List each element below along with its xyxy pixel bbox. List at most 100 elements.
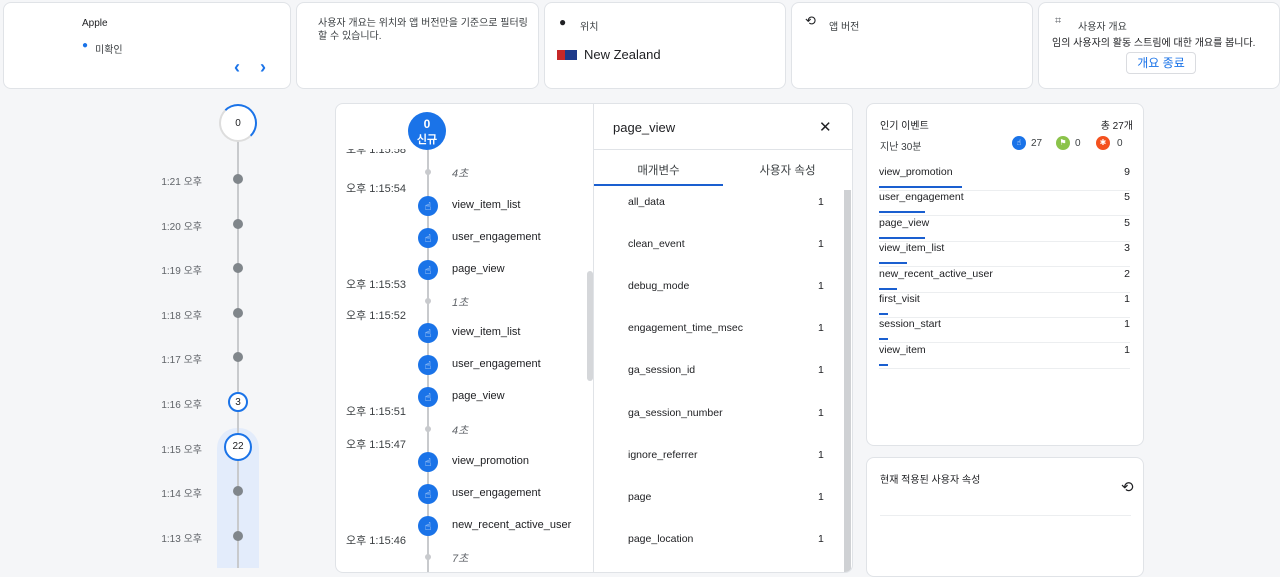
popular-event-bar xyxy=(879,262,907,265)
popular-event-count: 2 xyxy=(1124,267,1130,280)
stream-card: 오후 1:15:58 0 신규 ☝ view_item_list ☝ user_eng… xyxy=(335,103,853,573)
popular-event-count: 1 xyxy=(1124,343,1130,356)
popular-event-row[interactable]: view_item_list 3 xyxy=(879,242,1130,268)
event-touch-icon[interactable]: ☝ xyxy=(418,452,438,472)
stream-event-name[interactable]: view_item_list xyxy=(452,199,520,211)
timeline-top-count[interactable]: 0 xyxy=(219,104,257,142)
minute-dot[interactable] xyxy=(233,174,243,184)
tab-params-underline xyxy=(594,184,723,186)
event-touch-icon[interactable]: ☝ xyxy=(418,516,438,536)
stream-duration: 7초 xyxy=(452,553,469,565)
stream-timestamp: 오후 1:15:52 xyxy=(346,310,406,322)
minute-dot[interactable] xyxy=(233,530,243,541)
param-name: debug_mode xyxy=(628,280,690,293)
event-touch-icon[interactable]: ☝ xyxy=(418,355,438,375)
stream-gap-dot xyxy=(425,169,431,175)
stream-event-name[interactable]: new_recent_active_user xyxy=(452,519,571,531)
prev-button[interactable]: ‹ xyxy=(234,57,240,78)
next-button[interactable]: › xyxy=(260,57,266,78)
app-version-card[interactable]: ⟲ 앱 버전 xyxy=(791,2,1033,89)
overview-card: ⌗ 사용자 개요 임의 사용자의 활동 스트림에 대한 개요를 봅니다. 개요 … xyxy=(1038,2,1280,89)
minute-dot[interactable] xyxy=(233,307,243,318)
popular-event-row[interactable]: new_recent_active_user 2 xyxy=(879,268,1130,293)
minute-label: 1:20 오후 xyxy=(161,221,202,233)
param-value: 1 xyxy=(818,196,824,208)
stream-timestamp: 오후 1:15:54 xyxy=(346,183,406,195)
event-touch-icon[interactable]: ☝ xyxy=(418,260,438,280)
popular-event-row[interactable]: view_item 1 xyxy=(879,344,1130,369)
stream-duration: 1초 xyxy=(452,297,469,309)
popular-event-bar xyxy=(879,236,926,239)
event-touch-icon[interactable]: ☝ xyxy=(418,484,438,504)
end-overview-button[interactable]: 개요 종료 xyxy=(1126,52,1196,74)
history-icon: ⟲ xyxy=(805,13,816,28)
stream-event-name[interactable]: user_engagement xyxy=(452,487,541,499)
event-touch-icon[interactable]: ☝ xyxy=(418,387,438,407)
user-props-title: 현재 적용된 사용자 속성 xyxy=(880,475,981,486)
popular-event-row[interactable]: view_promotion 9 xyxy=(879,166,1130,191)
minute-label: 1:16 오후 xyxy=(161,400,202,411)
app-version-label: 앱 버전 xyxy=(829,22,860,33)
popular-event-count: 9 xyxy=(1124,166,1130,178)
minute-label: 1:21 오후 xyxy=(161,177,202,188)
minute-count[interactable]: 22 xyxy=(224,432,252,461)
event-touch-icon[interactable]: ☝ xyxy=(418,228,438,248)
detail-title: page_view xyxy=(613,120,676,135)
stream-duration: 4초 xyxy=(452,425,469,437)
bubble-label: 신규 xyxy=(416,134,438,146)
close-icon[interactable]: ✕ xyxy=(819,118,832,136)
param-value: 1 xyxy=(818,280,824,293)
tab-params[interactable]: 매개변수 xyxy=(594,162,723,178)
param-value: 1 xyxy=(818,532,824,545)
stream-gap-dot xyxy=(425,298,431,304)
popular-event-count: 1 xyxy=(1124,318,1130,331)
param-name: ga_session_number xyxy=(628,406,723,419)
stream-event-name[interactable]: user_engagement xyxy=(452,358,541,370)
tab-user-props[interactable]: 사용자 속성 xyxy=(723,162,852,178)
popular-title: 인기 이벤트 xyxy=(880,121,929,132)
stream-timestamp: 오후 1:15:53 xyxy=(346,279,406,291)
stream-event-name[interactable]: view_promotion xyxy=(452,455,529,467)
stream-duration: 4초 xyxy=(452,168,469,180)
event-touch-icon[interactable]: ☝ xyxy=(418,323,438,343)
minute-count[interactable]: 3 xyxy=(228,392,248,412)
event-touch-icon[interactable]: ☝ xyxy=(418,196,438,216)
popular-event-bar xyxy=(879,287,898,290)
minute-dot[interactable] xyxy=(233,352,243,363)
param-name: all_data xyxy=(628,196,665,208)
popular-event-row[interactable]: session_start 1 xyxy=(879,318,1130,344)
param-name: ignore_referrer xyxy=(628,448,698,461)
new-users-bubble[interactable]: 0 신규 xyxy=(408,112,446,150)
event-count-icon: ☝ xyxy=(1012,136,1026,150)
popular-period: 지난 30분 xyxy=(880,142,922,153)
popular-event-bar xyxy=(879,211,926,214)
minute-label: 1:17 오후 xyxy=(161,355,202,367)
popular-event-bar xyxy=(879,186,962,188)
overview-label: 사용자 개요 xyxy=(1078,22,1127,33)
history-icon[interactable]: ⟲ xyxy=(1121,478,1134,496)
popular-event-name: view_item_list xyxy=(879,242,945,255)
stream-event-name[interactable]: page_view xyxy=(452,390,505,402)
popular-event-name: session_start xyxy=(879,318,941,331)
param-name: page_location xyxy=(628,532,694,545)
minute-dot[interactable] xyxy=(233,263,243,274)
minute-label: 1:13 오후 xyxy=(161,533,202,545)
popular-event-bar xyxy=(879,338,889,341)
popular-event-count: 5 xyxy=(1124,191,1130,204)
popular-event-name: page_view xyxy=(879,216,930,229)
popular-event-row[interactable]: first_visit 1 xyxy=(879,293,1130,318)
device-location: 미확인 xyxy=(95,45,123,56)
popular-event-row[interactable]: user_engagement 5 xyxy=(879,191,1130,217)
pin-icon: ● xyxy=(82,40,89,51)
location-card[interactable]: ● 위치 New Zealand xyxy=(544,2,786,89)
stream-event-name[interactable]: view_item_list xyxy=(452,326,520,338)
minute-dot[interactable] xyxy=(233,218,243,229)
stream-event-name[interactable]: page_view xyxy=(452,263,505,275)
detail-scrollbar[interactable] xyxy=(844,190,851,572)
popular-event-count: 3 xyxy=(1124,242,1130,255)
stream-event-name[interactable]: user_engagement xyxy=(452,231,541,243)
param-name: clean_event xyxy=(628,238,685,251)
popular-event-row[interactable]: page_view 5 xyxy=(879,217,1130,242)
filter-note-card: 사용자 개요는 위치와 앱 버전만을 기준으로 필터링할 수 있습니다. xyxy=(296,2,539,89)
minute-label: 1:15 오후 xyxy=(161,444,202,456)
